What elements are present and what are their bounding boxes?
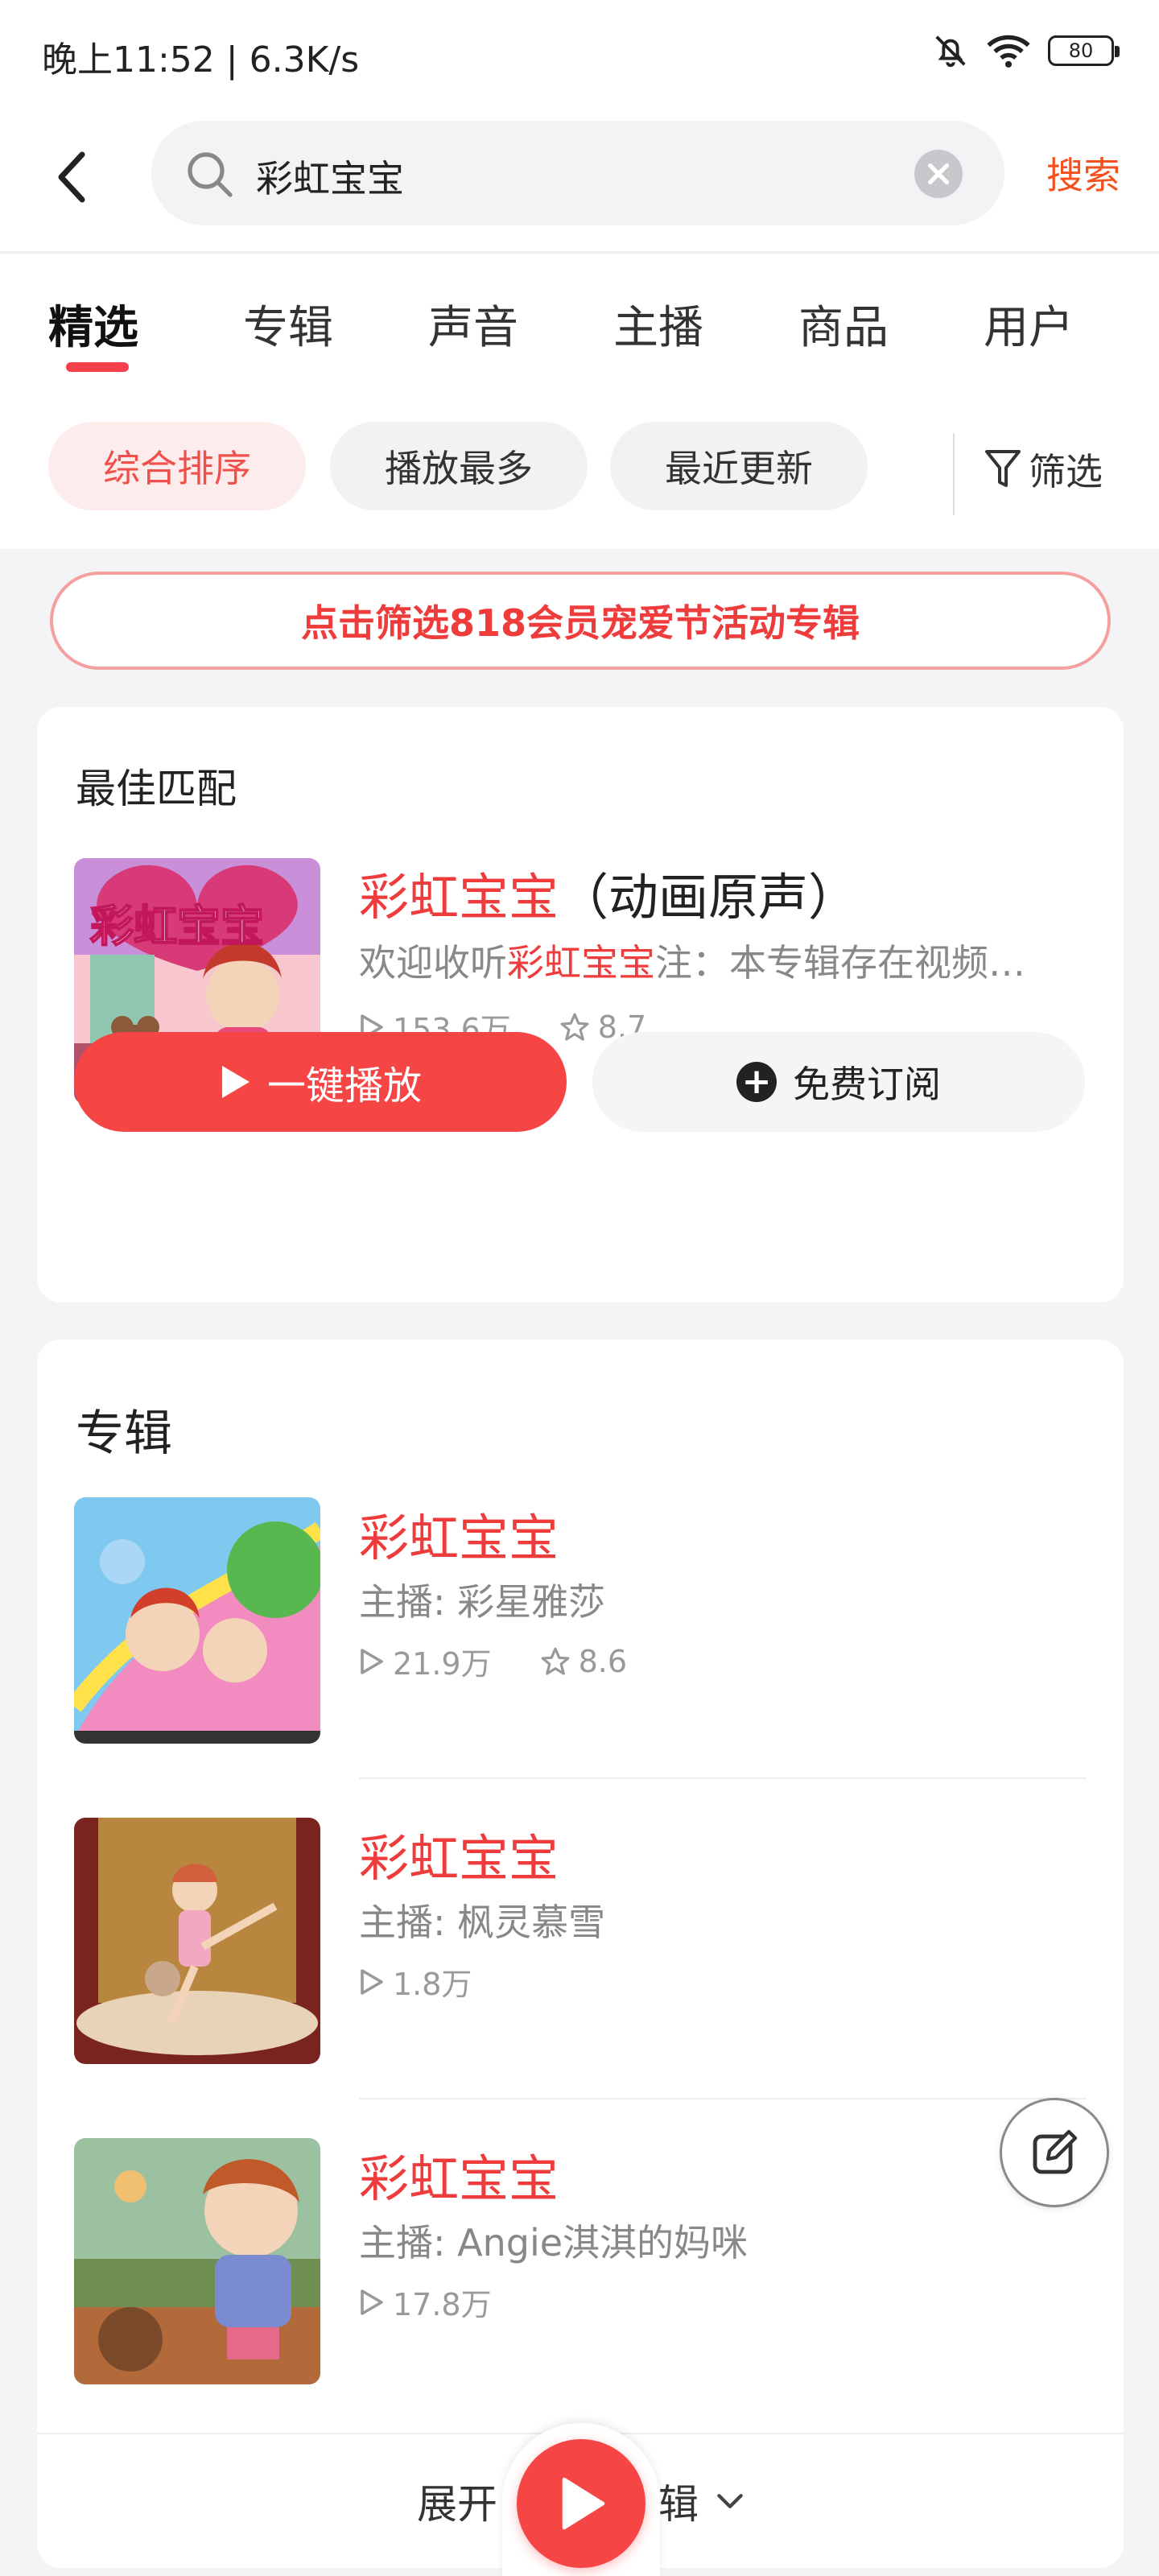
albums-card: 专辑 彩虹宝宝 主播: 彩星雅莎 21.9万 8.6 彩虹宝宝 主播: 枫灵慕雪…: [37, 1340, 1124, 2568]
album-host: 主播: 枫灵慕雪: [359, 1901, 606, 1944]
cover-illustration: [74, 1818, 320, 2064]
desc-highlight: 彩虹宝宝: [507, 941, 655, 985]
cover-illustration: [74, 1497, 320, 1744]
subscribe-label: 免费订阅: [793, 1063, 941, 1106]
play-icon: [221, 1066, 250, 1098]
album-stats: 17.8万: [359, 2280, 492, 2324]
best-match-album-title[interactable]: 彩虹宝宝（动画原声）: [359, 857, 858, 929]
title-highlight: 彩虹宝宝: [359, 868, 559, 927]
tab-products[interactable]: 商品: [798, 291, 889, 357]
search-button[interactable]: 搜索: [1046, 147, 1120, 200]
battery-icon: 80: [1048, 35, 1120, 66]
album-stats: 1.8万: [359, 1959, 472, 2004]
play-count-icon: [361, 2289, 383, 2315]
album-host: 主播: 彩星雅莎: [359, 1580, 606, 1624]
album-title: 彩虹宝宝: [359, 1509, 559, 1567]
search-input[interactable]: 彩虹宝宝: [151, 121, 1004, 225]
chevron-down-icon: [717, 2494, 743, 2508]
star-icon: [560, 1013, 589, 1041]
plus-circle-icon: +: [736, 1062, 777, 1102]
back-button[interactable]: [48, 145, 97, 209]
tab-featured[interactable]: 精选: [48, 291, 138, 357]
play-count-icon: [361, 1968, 383, 1995]
album-cover[interactable]: [74, 1818, 320, 2064]
album-title: 彩虹宝宝: [359, 1829, 559, 1888]
close-icon: [928, 163, 949, 184]
desc-rest: 注：本专辑存在视频…: [655, 941, 1025, 985]
sort-chip-recent[interactable]: 最近更新: [610, 422, 868, 510]
album-title: 彩虹宝宝: [359, 2149, 559, 2208]
tab-sounds[interactable]: 声音: [428, 291, 518, 357]
sort-chip-most-played[interactable]: 播放最多: [330, 422, 588, 510]
album-stats: 21.9万 8.6: [359, 1639, 627, 1683]
search-header: 彩虹宝宝 搜索: [0, 105, 1159, 253]
cover-logo-text: 彩虹宝宝: [89, 900, 265, 952]
status-time: 晚上11:52 | 6.3K/s: [42, 39, 360, 80]
result-tabs: 精选 专辑 声音 主播 商品 用户: [0, 254, 1159, 404]
cover-illustration: [74, 2138, 320, 2384]
album-cover[interactable]: [74, 1497, 320, 1744]
mini-player-button[interactable]: [517, 2439, 645, 2568]
search-icon: [188, 152, 233, 197]
sort-chip-comprehensive[interactable]: 综合排序: [48, 422, 306, 510]
search-query: 彩虹宝宝: [256, 157, 404, 200]
title-rest: （动画原声）: [559, 868, 859, 927]
filter-label: 筛选: [1029, 450, 1103, 493]
play-icon: [562, 2477, 605, 2530]
rating: 8.6: [578, 1643, 628, 1679]
status-bar: 晚上11:52 | 6.3K/s 80: [0, 0, 1159, 105]
battery-level: 80: [1068, 39, 1094, 62]
albums-section-title: 专辑: [76, 1406, 172, 1462]
status-icons: 80: [932, 32, 1120, 69]
album-cover[interactable]: [74, 2138, 320, 2384]
expand-label-left: 展开: [417, 2481, 497, 2528]
tab-hosts[interactable]: 主播: [613, 291, 703, 357]
active-tab-indicator: [66, 362, 129, 372]
album-host: 主播: Angie淇淇的妈咪: [359, 2221, 749, 2264]
play-count: 21.9万: [393, 1646, 492, 1682]
star-icon: [541, 1647, 570, 1675]
wifi-icon: [987, 35, 1030, 68]
best-match-title: 最佳匹配: [76, 766, 237, 812]
play-count: 17.8万: [393, 2287, 492, 2322]
best-match-card: 最佳匹配 彩虹宝宝 彩虹宝宝（动画原声） 欢迎收听彩虹宝宝注：本专辑存在视频… …: [37, 707, 1124, 1302]
play-all-label: 一键播放: [266, 1063, 422, 1108]
filter-button[interactable]: 筛选: [984, 443, 1103, 496]
mute-bell-icon: [935, 35, 966, 68]
best-match-description: 欢迎收听彩虹宝宝注：本专辑存在视频…: [359, 934, 1083, 987]
edit-floating-button[interactable]: [1000, 2098, 1109, 2207]
sort-bar: 综合排序 播放最多 最近更新 筛选: [0, 404, 1159, 549]
play-count: 1.8万: [393, 1967, 472, 2002]
chip-divider: [953, 433, 955, 515]
promo-banner[interactable]: 点击筛选818会员宠爱节活动专辑: [50, 572, 1111, 670]
tab-albums[interactable]: 专辑: [243, 291, 333, 357]
clear-search-button[interactable]: [914, 150, 963, 198]
subscribe-button[interactable]: + 免费订阅: [592, 1032, 1085, 1132]
play-all-button[interactable]: 一键播放: [74, 1032, 567, 1132]
play-count-icon: [361, 1648, 383, 1674]
funnel-icon: [985, 450, 1021, 487]
back-arrow-icon: [58, 151, 85, 203]
tab-users[interactable]: 用户: [984, 291, 1074, 357]
expand-label-right: 辑: [658, 2481, 699, 2528]
list-divider: [359, 1777, 1087, 1779]
list-divider: [359, 2098, 1087, 2099]
desc-prefix: 欢迎收听: [359, 941, 507, 985]
edit-icon: [1033, 2129, 1078, 2174]
